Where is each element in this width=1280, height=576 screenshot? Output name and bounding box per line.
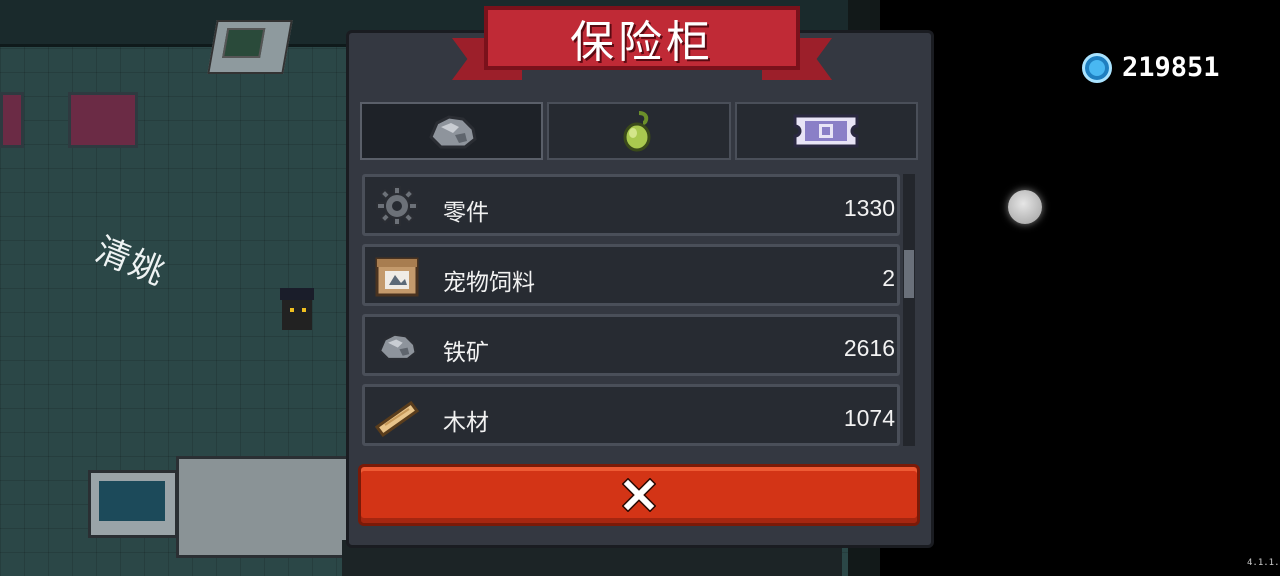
- close-icon: [622, 478, 656, 512]
- vault-title: 保险柜: [570, 17, 714, 68]
- vault-title-banner: 保险柜: [452, 4, 832, 86]
- pet-character: [278, 288, 316, 332]
- item-name: 木材: [443, 410, 489, 436]
- scene-table: [68, 92, 138, 148]
- scrollbar-thumb[interactable]: [904, 250, 914, 298]
- close-button[interactable]: [358, 464, 920, 526]
- tab-seeds[interactable]: [547, 102, 731, 160]
- iron-ore-icon: [428, 115, 477, 149]
- item-name: 铁矿: [443, 340, 489, 366]
- item-count: 2: [882, 265, 895, 291]
- gem-counter: 219851: [1082, 52, 1220, 83]
- tab-materials[interactable]: [360, 102, 544, 160]
- item-name: 零件: [443, 200, 489, 226]
- item-count: 2616: [843, 335, 895, 361]
- scene-table-edge: [0, 92, 24, 148]
- touch-indicator: [1008, 190, 1042, 224]
- item-count: 1330: [843, 195, 895, 221]
- gem-count: 219851: [1122, 52, 1220, 83]
- vault-item-list[interactable]: 零件 1330 宠物饲料 2 铁矿 2616 木材 1074: [362, 174, 900, 450]
- list-item[interactable]: 宠物饲料 2: [362, 244, 900, 306]
- gear-icon: [376, 186, 418, 226]
- pet-food-bag-icon: [375, 257, 419, 297]
- item-count: 1074: [843, 405, 895, 431]
- scene-monitor: [88, 470, 178, 538]
- vault-category-tabs: [360, 102, 918, 160]
- list-item[interactable]: 铁矿 2616: [362, 314, 900, 376]
- list-scrollbar[interactable]: [903, 174, 915, 446]
- iron-ore-icon: [378, 333, 418, 361]
- list-item[interactable]: 木材 1074: [362, 384, 900, 446]
- item-name: 宠物饲料: [443, 270, 535, 296]
- tab-tickets[interactable]: [734, 102, 918, 160]
- scene-workbench: [176, 456, 350, 558]
- gem-icon: [1082, 52, 1112, 83]
- seed-icon: [623, 111, 651, 152]
- list-item[interactable]: 零件 1330: [362, 174, 900, 236]
- scene-watermark-text: 清姚: [89, 229, 172, 294]
- ticket-icon: [793, 114, 859, 148]
- version-label: 4.1.1.: [1247, 558, 1280, 568]
- scene-computer: [207, 20, 293, 74]
- wood-plank-icon: [375, 400, 419, 437]
